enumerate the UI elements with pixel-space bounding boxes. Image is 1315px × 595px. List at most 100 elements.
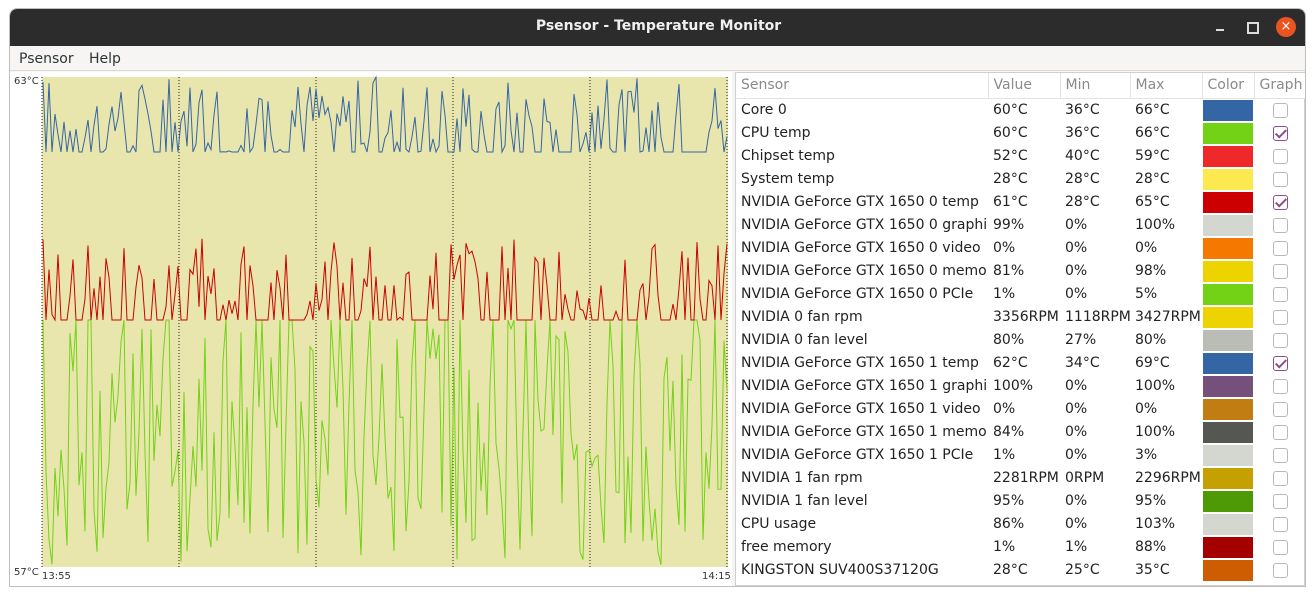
graph-checkbox[interactable] bbox=[1272, 217, 1288, 233]
color-swatch[interactable] bbox=[1203, 329, 1253, 351]
color-swatch[interactable] bbox=[1203, 237, 1253, 259]
cell-color[interactable] bbox=[1202, 145, 1254, 168]
table-row[interactable]: NVIDIA GeForce GTX 1650 1 video 0% 0% 0% bbox=[736, 398, 1305, 421]
graph-checkbox[interactable] bbox=[1272, 102, 1288, 118]
cell-color[interactable] bbox=[1202, 490, 1254, 513]
graph-checkbox[interactable] bbox=[1272, 194, 1288, 210]
cell-color[interactable] bbox=[1202, 559, 1254, 582]
cell-color[interactable] bbox=[1202, 237, 1254, 260]
graph-checkbox[interactable] bbox=[1272, 516, 1288, 532]
title-bar[interactable]: Psensor - Temperature Monitor × bbox=[10, 9, 1305, 46]
cell-color[interactable] bbox=[1202, 444, 1254, 467]
column-header-max[interactable]: Max bbox=[1130, 73, 1203, 99]
cell-color[interactable] bbox=[1202, 398, 1254, 421]
menu-psensor[interactable]: Psensor bbox=[19, 51, 74, 67]
graph-checkbox[interactable] bbox=[1272, 401, 1288, 417]
table-row[interactable]: NVIDIA 0 fan rpm 3356RPM 1118RPM 3427RPM bbox=[736, 306, 1305, 329]
cell-color[interactable] bbox=[1202, 191, 1254, 214]
cell-color[interactable] bbox=[1202, 122, 1254, 145]
table-row[interactable]: Chipset temp 52°C 40°C 59°C bbox=[736, 145, 1305, 168]
cell-color[interactable] bbox=[1202, 536, 1254, 559]
cell-color[interactable] bbox=[1202, 306, 1254, 329]
color-swatch[interactable] bbox=[1203, 191, 1253, 213]
graph-checkbox[interactable] bbox=[1272, 424, 1288, 440]
table-row[interactable]: free memory 1% 1% 88% bbox=[736, 536, 1305, 559]
table-row[interactable]: CPU usage 86% 0% 103% bbox=[736, 513, 1305, 536]
column-header-value[interactable]: Value bbox=[988, 73, 1061, 99]
table-row[interactable]: Core 0 60°C 36°C 66°C bbox=[736, 98, 1305, 122]
close-button[interactable]: × bbox=[1272, 9, 1300, 46]
color-swatch[interactable] bbox=[1203, 214, 1253, 236]
graph-checkbox[interactable] bbox=[1272, 286, 1288, 302]
graph-checkbox[interactable] bbox=[1272, 470, 1288, 486]
cell-min: 25°C bbox=[1065, 562, 1100, 578]
color-swatch[interactable] bbox=[1203, 145, 1253, 167]
color-swatch[interactable] bbox=[1203, 559, 1253, 581]
graph-checkbox[interactable] bbox=[1272, 148, 1288, 164]
table-row[interactable]: NVIDIA GeForce GTX 1650 0 graphics 99% 0% 1… bbox=[736, 214, 1305, 237]
table-row[interactable]: CPU temp 60°C 36°C 66°C bbox=[736, 122, 1305, 145]
table-row[interactable]: NVIDIA GeForce GTX 1650 1 graphics 100% 0%… bbox=[736, 375, 1305, 398]
column-header-min[interactable]: Min bbox=[1060, 73, 1131, 99]
color-swatch[interactable] bbox=[1203, 513, 1253, 535]
color-swatch[interactable] bbox=[1203, 283, 1253, 305]
table-row[interactable]: NVIDIA GeForce GTX 1650 1 PCIe 1% 0% 3% bbox=[736, 444, 1305, 467]
table-row[interactable]: NVIDIA GeForce GTX 1650 1 memory 84% 0% 100… bbox=[736, 421, 1305, 444]
table-row[interactable]: NVIDIA GeForce GTX 1650 0 memory 81% 0% 98% bbox=[736, 260, 1305, 283]
maximize-button[interactable] bbox=[1238, 9, 1266, 46]
table-row[interactable]: NVIDIA 1 fan rpm 2281RPM 0RPM 2296RPM bbox=[736, 467, 1305, 490]
minimize-button[interactable] bbox=[1206, 9, 1234, 46]
graph-checkbox[interactable] bbox=[1272, 378, 1288, 394]
cell-color[interactable] bbox=[1202, 329, 1254, 352]
graph-checkbox[interactable] bbox=[1272, 309, 1288, 325]
color-swatch[interactable] bbox=[1203, 536, 1253, 558]
graph-checkbox[interactable] bbox=[1272, 355, 1288, 371]
cell-min: 36°C bbox=[1065, 102, 1100, 118]
color-swatch[interactable] bbox=[1203, 421, 1253, 443]
cell-graph bbox=[1254, 352, 1305, 375]
column-header-graph[interactable]: Graph bbox=[1254, 73, 1305, 99]
cell-color[interactable] bbox=[1202, 283, 1254, 306]
cell-color[interactable] bbox=[1202, 467, 1254, 490]
table-row[interactable]: KINGSTON SUV400S37120G 28°C 25°C 35°C bbox=[736, 559, 1305, 582]
color-swatch[interactable] bbox=[1203, 168, 1253, 190]
graph-checkbox[interactable] bbox=[1272, 539, 1288, 555]
column-header-color[interactable]: Color bbox=[1202, 73, 1255, 99]
cell-color[interactable] bbox=[1202, 513, 1254, 536]
cell-color[interactable] bbox=[1202, 421, 1254, 444]
graph-checkbox[interactable] bbox=[1272, 125, 1288, 141]
table-row[interactable]: NVIDIA GeForce GTX 1650 0 video 0% 0% 0% bbox=[736, 237, 1305, 260]
table-row[interactable]: NVIDIA GeForce GTX 1650 0 temp 61°C 28°C 65… bbox=[736, 191, 1305, 214]
table-row[interactable]: NVIDIA 1 fan level 95% 0% 95% bbox=[736, 490, 1305, 513]
color-swatch[interactable] bbox=[1203, 99, 1253, 121]
table-row[interactable]: NVIDIA 0 fan level 80% 27% 80% bbox=[736, 329, 1305, 352]
color-swatch[interactable] bbox=[1203, 467, 1253, 489]
color-swatch[interactable] bbox=[1203, 260, 1253, 282]
color-swatch[interactable] bbox=[1203, 490, 1253, 512]
column-header-sensor[interactable]: Sensor bbox=[736, 73, 989, 99]
menu-help[interactable]: Help bbox=[89, 51, 121, 67]
graph-checkbox[interactable] bbox=[1272, 493, 1288, 509]
cell-color[interactable] bbox=[1202, 352, 1254, 375]
graph-checkbox[interactable] bbox=[1272, 171, 1288, 187]
cell-color[interactable] bbox=[1202, 214, 1254, 237]
cell-color[interactable] bbox=[1202, 375, 1254, 398]
color-swatch[interactable] bbox=[1203, 444, 1253, 466]
cell-color[interactable] bbox=[1202, 260, 1254, 283]
color-swatch[interactable] bbox=[1203, 122, 1253, 144]
color-swatch[interactable] bbox=[1203, 398, 1253, 420]
color-swatch[interactable] bbox=[1203, 375, 1253, 397]
table-row[interactable]: System temp 28°C 28°C 28°C bbox=[736, 168, 1305, 191]
cell-color[interactable] bbox=[1202, 98, 1254, 122]
cell-color[interactable] bbox=[1202, 168, 1254, 191]
graph-checkbox[interactable] bbox=[1272, 263, 1288, 279]
graph-checkbox[interactable] bbox=[1272, 562, 1288, 578]
graph-checkbox[interactable] bbox=[1272, 240, 1288, 256]
table-row[interactable]: NVIDIA GeForce GTX 1650 1 temp 62°C 34°C 69… bbox=[736, 352, 1305, 375]
graph-checkbox[interactable] bbox=[1272, 332, 1288, 348]
color-swatch[interactable] bbox=[1203, 352, 1253, 374]
graph-checkbox[interactable] bbox=[1272, 447, 1288, 463]
cell-min: 0% bbox=[1065, 263, 1088, 279]
color-swatch[interactable] bbox=[1203, 306, 1253, 328]
table-row[interactable]: NVIDIA GeForce GTX 1650 0 PCIe 1% 0% 5% bbox=[736, 283, 1305, 306]
